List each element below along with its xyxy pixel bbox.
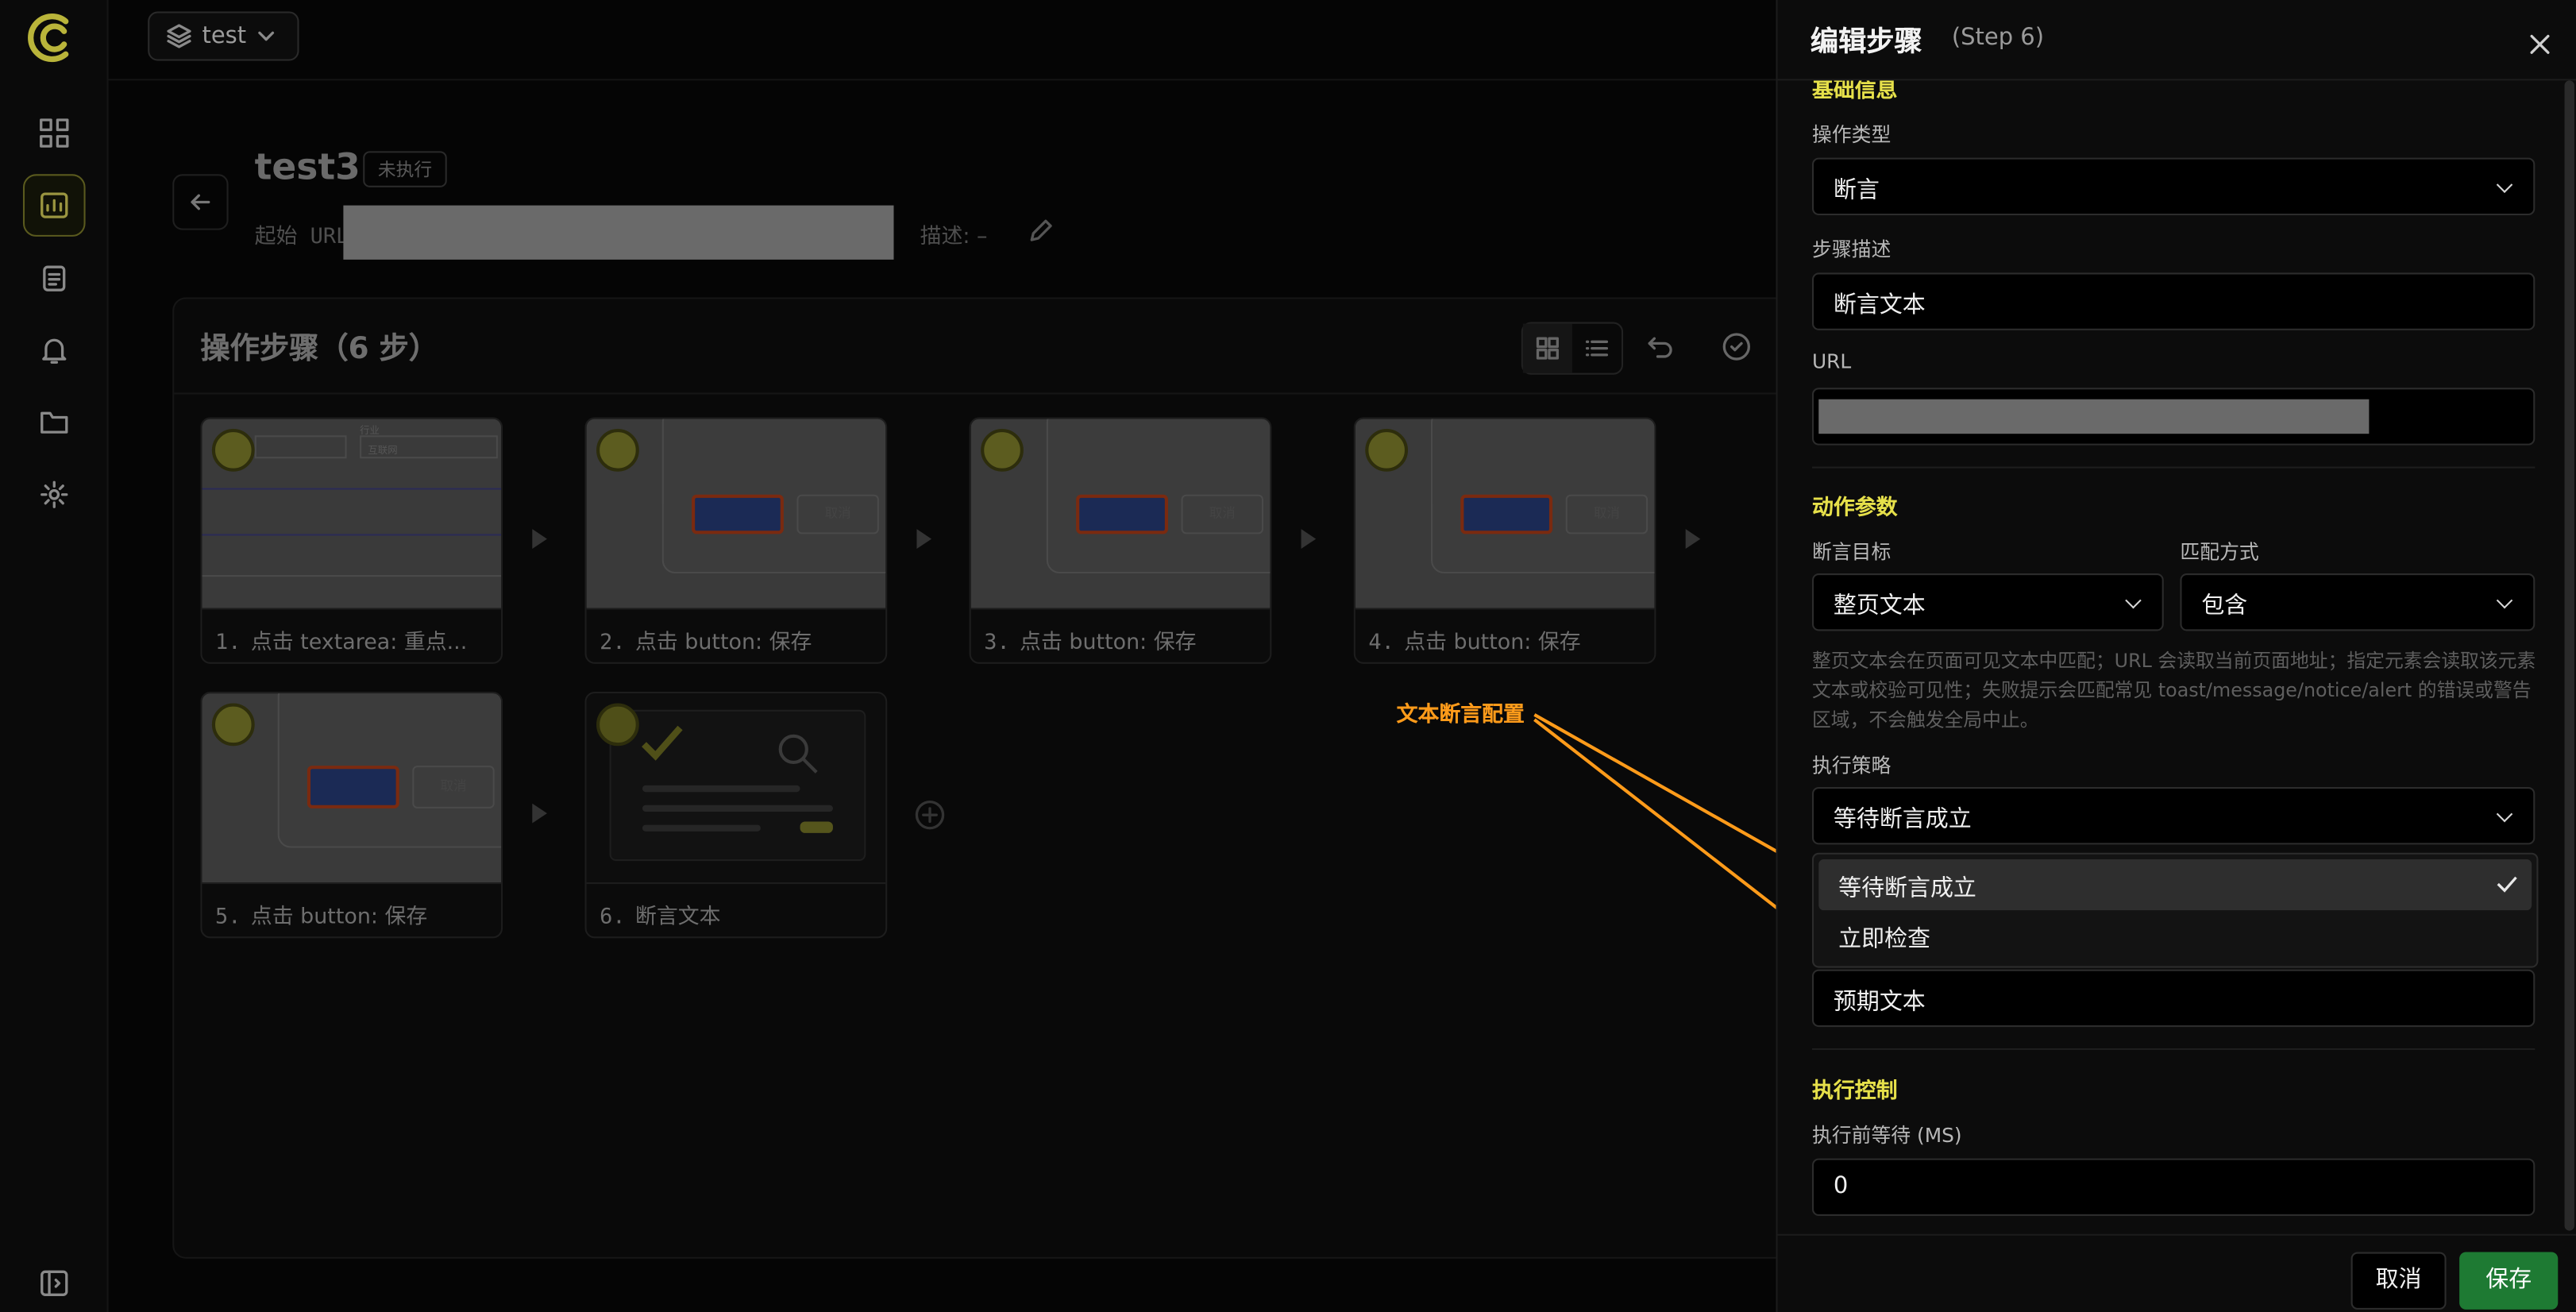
step-desc-label: 步骤描述 bbox=[1811, 237, 1892, 261]
wait-before-input[interactable]: 0 bbox=[1811, 1158, 2536, 1216]
url-redaction bbox=[1818, 399, 2370, 434]
drawer-title: 编辑步骤 bbox=[1810, 26, 1922, 60]
strategy-option-wait[interactable]: 等待断言成立 bbox=[1818, 859, 2532, 911]
flow-arrow bbox=[1685, 529, 1701, 550]
description-label: 描述: – bbox=[920, 225, 988, 250]
match-mode-label: 匹配方式 bbox=[2180, 540, 2259, 564]
step-desc-input[interactable]: 断言文本 bbox=[1811, 272, 2536, 330]
view-toggle bbox=[1521, 322, 1624, 375]
assert-target-label: 断言目标 bbox=[1811, 540, 1892, 564]
click-type-icon bbox=[211, 703, 255, 747]
app-logo[interactable] bbox=[23, 14, 79, 69]
annotation-label: 文本断言配置 bbox=[1396, 703, 1525, 728]
folder-icon[interactable] bbox=[23, 391, 86, 453]
op-type-select[interactable]: 断言 bbox=[1811, 157, 2536, 216]
flow-arrow bbox=[916, 529, 932, 550]
op-type-label: 操作类型 bbox=[1811, 123, 1892, 147]
steps-panel: 操作步骤（6 步） 行业 互联网 1. 点击 textarea: 重点... 取… bbox=[172, 297, 1818, 1259]
cancel-button[interactable]: 取消 bbox=[2350, 1252, 2447, 1310]
strategy-label: 执行策略 bbox=[1811, 754, 1892, 778]
click-type-icon bbox=[981, 428, 1024, 472]
checkmark-icon bbox=[642, 725, 683, 761]
strategy-dropdown-menu: 等待断言成立 立即检查 bbox=[1811, 852, 2539, 968]
left-rail bbox=[0, 0, 109, 1312]
step-card[interactable]: 取消 4. 点击 button: 保存 bbox=[1353, 417, 1656, 664]
steps-panel-header: 操作步骤（6 步） bbox=[174, 299, 1818, 395]
url-redaction bbox=[343, 205, 894, 260]
cases-icon[interactable] bbox=[22, 174, 86, 237]
drawer-step-label: (Step 6) bbox=[1951, 25, 2045, 52]
assert-type-icon bbox=[596, 703, 639, 747]
magnifier-icon bbox=[778, 734, 818, 774]
status-badge: 未执行 bbox=[363, 151, 447, 187]
step-caption: 6. 断言文本 bbox=[586, 882, 886, 936]
match-mode-select[interactable]: 包含 bbox=[2180, 573, 2536, 631]
clipboard-icon[interactable] bbox=[23, 246, 86, 309]
assert-target-select[interactable]: 整页文本 bbox=[1811, 573, 2164, 631]
steps-panel-title: 操作步骤（6 步） bbox=[200, 331, 438, 367]
drawer-header: 编辑步骤 (Step 6) bbox=[1777, 0, 2576, 81]
gear-icon[interactable] bbox=[23, 463, 86, 526]
back-button[interactable] bbox=[172, 174, 229, 230]
drawer-footer: 取消 保存 bbox=[1777, 1233, 2576, 1312]
strategy-option-immediate[interactable]: 立即检查 bbox=[1818, 910, 2532, 961]
check-circle-icon[interactable] bbox=[1722, 332, 1751, 369]
expected-text-input[interactable]: 预期文本 bbox=[1811, 969, 2536, 1028]
project-name: test bbox=[202, 22, 247, 50]
step-caption: 3. 点击 button: 保存 bbox=[970, 608, 1271, 662]
chevron-down-icon bbox=[258, 31, 274, 41]
click-type-icon bbox=[1365, 428, 1409, 472]
start-url-label: 起始 URL bbox=[254, 225, 349, 250]
dashboard-icon[interactable] bbox=[23, 102, 86, 164]
step-caption: 2. 点击 button: 保存 bbox=[586, 608, 886, 662]
section-action-params: 动作参数 bbox=[1811, 496, 1898, 521]
flow-arrow bbox=[532, 803, 547, 824]
url-label: URL bbox=[1811, 349, 1852, 373]
step-caption: 1. 点击 textarea: 重点... bbox=[202, 608, 502, 662]
flow-arrow bbox=[1301, 529, 1317, 550]
list-view-icon[interactable] bbox=[1572, 324, 1622, 373]
divider bbox=[1811, 1048, 2536, 1051]
step-card[interactable]: 取消 5. 点击 button: 保存 bbox=[200, 692, 503, 939]
page-title: test3 bbox=[254, 148, 361, 189]
click-type-icon bbox=[596, 428, 639, 472]
url-input[interactable] bbox=[1811, 388, 2536, 446]
undo-icon[interactable] bbox=[1646, 332, 1676, 369]
step-caption: 4. 点击 button: 保存 bbox=[1355, 608, 1655, 662]
add-step-icon[interactable] bbox=[915, 800, 945, 837]
layers-icon bbox=[167, 24, 191, 48]
wait-before-label: 执行前等待 (MS) bbox=[1811, 1124, 1962, 1148]
drawer-scrollbar[interactable] bbox=[2564, 80, 2574, 1231]
step-card[interactable]: 取消 3. 点击 button: 保存 bbox=[969, 417, 1272, 664]
edit-pencil-icon[interactable] bbox=[1028, 218, 1053, 249]
check-icon bbox=[2497, 876, 2517, 893]
step-caption: 5. 点击 button: 保存 bbox=[202, 882, 502, 936]
bell-icon[interactable] bbox=[23, 318, 86, 381]
divider bbox=[1811, 466, 2536, 469]
close-icon[interactable] bbox=[2528, 31, 2551, 62]
save-button[interactable]: 保存 bbox=[2459, 1252, 2559, 1310]
strategy-select[interactable]: 等待断言成立 bbox=[1811, 787, 2536, 845]
grid-view-icon[interactable] bbox=[1522, 323, 1572, 373]
edit-step-drawer: 基础信息 编辑步骤 (Step 6) 操作类型 断言 步骤描述 断言文本 URL… bbox=[1776, 0, 2576, 1312]
collapse-sidebar-icon[interactable] bbox=[23, 1252, 86, 1312]
project-switcher[interactable]: test bbox=[148, 11, 299, 61]
help-text: 整页文本会在页面可见文本中匹配；URL 会读取当前页面地址；指定元素会读取该元素… bbox=[1811, 649, 2536, 731]
step-card[interactable]: 行业 互联网 1. 点击 textarea: 重点... bbox=[200, 417, 503, 664]
section-exec-control: 执行控制 bbox=[1811, 1079, 1898, 1105]
step-card[interactable]: 6. 断言文本 bbox=[584, 692, 888, 939]
flow-arrow bbox=[532, 529, 547, 550]
click-type-icon bbox=[211, 428, 255, 472]
step-card[interactable]: 取消 2. 点击 button: 保存 bbox=[584, 417, 888, 664]
